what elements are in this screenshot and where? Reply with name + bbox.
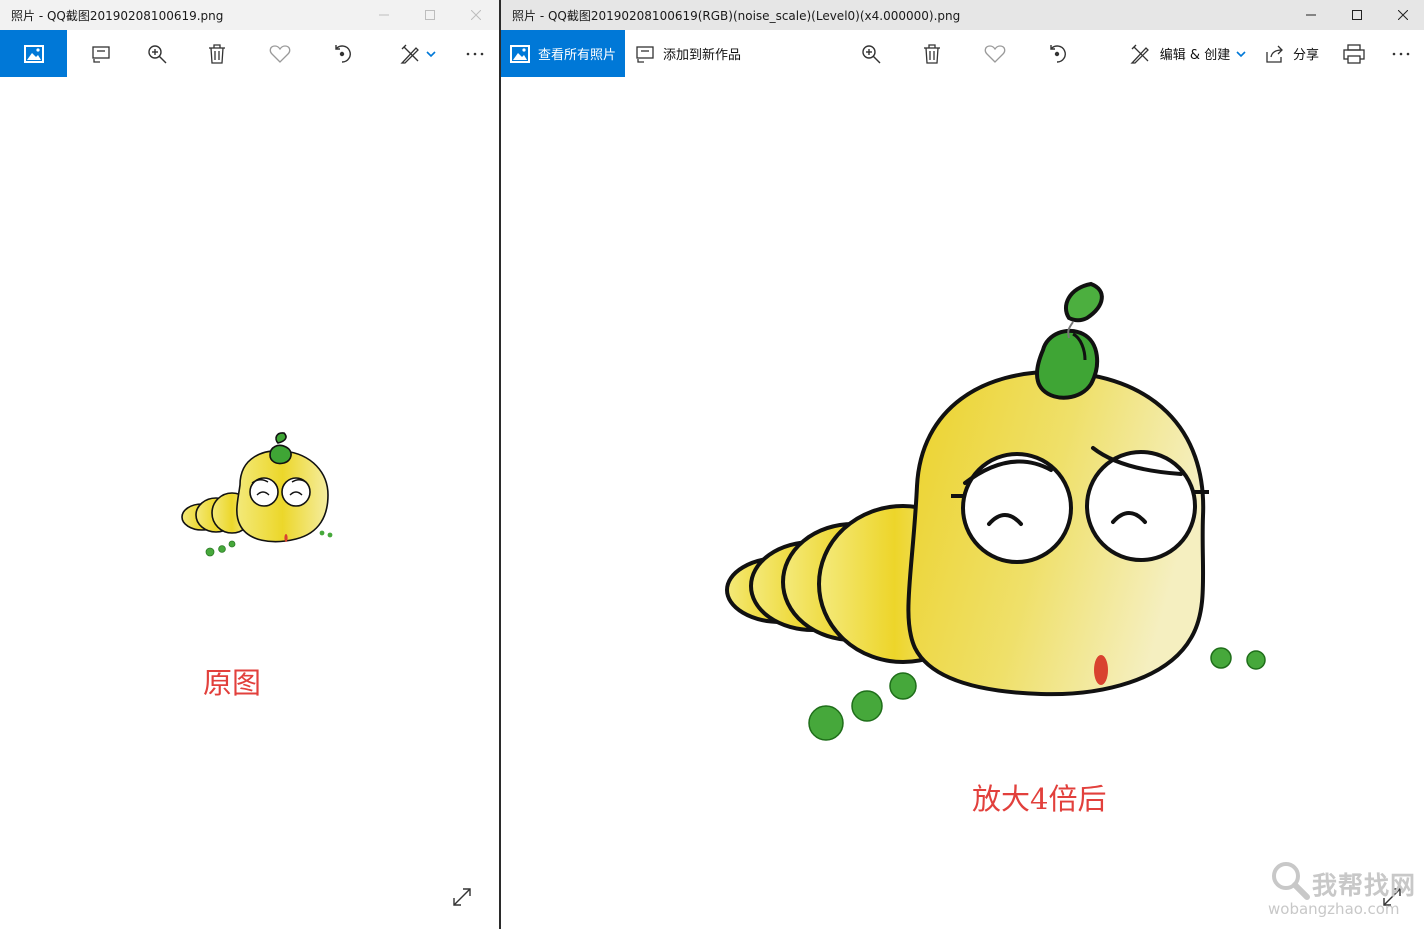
delete-icon (924, 43, 940, 64)
toolbar (0, 30, 499, 77)
window-title: 照片 - QQ截图20190208100619.png (11, 8, 224, 23)
share-button[interactable]: 分享 (1261, 30, 1323, 77)
chevron-down-icon (1236, 50, 1246, 57)
add-to-creation-label: 添加到新作品 (662, 48, 741, 63)
minimize-button[interactable] (361, 0, 407, 30)
watermark-text: 我帮找网 (1312, 871, 1417, 900)
close-icon (1398, 10, 1408, 20)
upscaled-caption: 放大4倍后 (972, 782, 1107, 816)
maximize-icon (425, 10, 435, 20)
favorite-button[interactable] (263, 30, 297, 77)
upscaled-image (725, 281, 1266, 741)
see-all-photos-button[interactable]: 查看所有照片 (501, 30, 625, 77)
maximize-button[interactable] (1334, 0, 1380, 30)
edit-create-icon (1130, 44, 1149, 64)
share-icon (1266, 45, 1283, 63)
delete-button[interactable] (200, 30, 234, 77)
zoom-button[interactable] (140, 30, 174, 77)
watermark-url: wobangzhao.com (1268, 900, 1400, 918)
favorite-heart-icon (984, 44, 1006, 63)
magnifier-logo-icon (1272, 862, 1310, 900)
printer-icon (1343, 43, 1365, 64)
close-icon (471, 10, 481, 20)
zoom-in-icon (148, 44, 167, 63)
toolbar: 查看所有照片 添加到新作品 编辑 & 创建 分享 (501, 30, 1424, 77)
minimize-icon (1306, 14, 1316, 16)
more-button[interactable] (458, 30, 492, 77)
fullscreen-button[interactable] (447, 882, 477, 912)
photo-collection-icon (509, 44, 530, 63)
photos-window-upscaled: 照片 - QQ截图20190208100619(RGB)(noise_scale… (501, 0, 1424, 929)
title-bar[interactable]: 照片 - QQ截图20190208100619(RGB)(noise_scale… (501, 0, 1424, 30)
rotate-button[interactable] (325, 30, 359, 77)
close-button[interactable] (453, 0, 499, 30)
more-icon (466, 52, 484, 55)
rotate-icon (1050, 44, 1066, 63)
zoom-button[interactable] (854, 30, 888, 77)
share-label: 分享 (1292, 48, 1319, 63)
photos-window-original: 照片 - QQ截图20190208100619.png 原图 (0, 0, 499, 929)
favorite-button[interactable] (978, 30, 1012, 77)
add-to-creation-button[interactable]: 添加到新作品 (635, 30, 741, 77)
add-to-creation-icon (636, 45, 654, 63)
close-button[interactable] (1380, 0, 1424, 30)
print-button[interactable] (1337, 30, 1371, 77)
watermark: 我帮找网 wobangzhao.com (1268, 858, 1424, 922)
delete-icon (209, 43, 225, 64)
edit-create-button[interactable]: 编辑 & 创建 (1129, 30, 1247, 77)
original-caption: 原图 (203, 666, 262, 700)
more-button[interactable] (1384, 30, 1418, 77)
window-title: 照片 - QQ截图20190208100619(RGB)(noise_scale… (512, 8, 961, 23)
add-to-creation-icon (92, 45, 110, 63)
maximize-button[interactable] (407, 0, 453, 30)
see-all-photos-label: 查看所有照片 (537, 48, 616, 63)
minimize-icon (379, 14, 389, 16)
add-to-creation-button[interactable] (84, 30, 118, 77)
original-image (181, 432, 333, 557)
delete-button[interactable] (915, 30, 949, 77)
photo-collection-icon (23, 44, 44, 63)
expand-icon (453, 888, 471, 906)
maximize-icon (1352, 10, 1362, 20)
rotate-icon (335, 44, 351, 63)
see-all-photos-button[interactable] (0, 30, 67, 77)
edit-create-button[interactable] (396, 30, 440, 77)
zoom-in-icon (862, 44, 881, 63)
chevron-down-icon (426, 50, 436, 57)
edit-create-icon (400, 44, 419, 64)
title-bar[interactable]: 照片 - QQ截图20190208100619.png (0, 0, 499, 30)
rotate-button[interactable] (1040, 30, 1074, 77)
minimize-button[interactable] (1288, 0, 1334, 30)
edit-create-label: 编辑 & 创建 (1159, 48, 1231, 63)
favorite-heart-icon (269, 44, 291, 63)
more-icon (1392, 52, 1410, 55)
